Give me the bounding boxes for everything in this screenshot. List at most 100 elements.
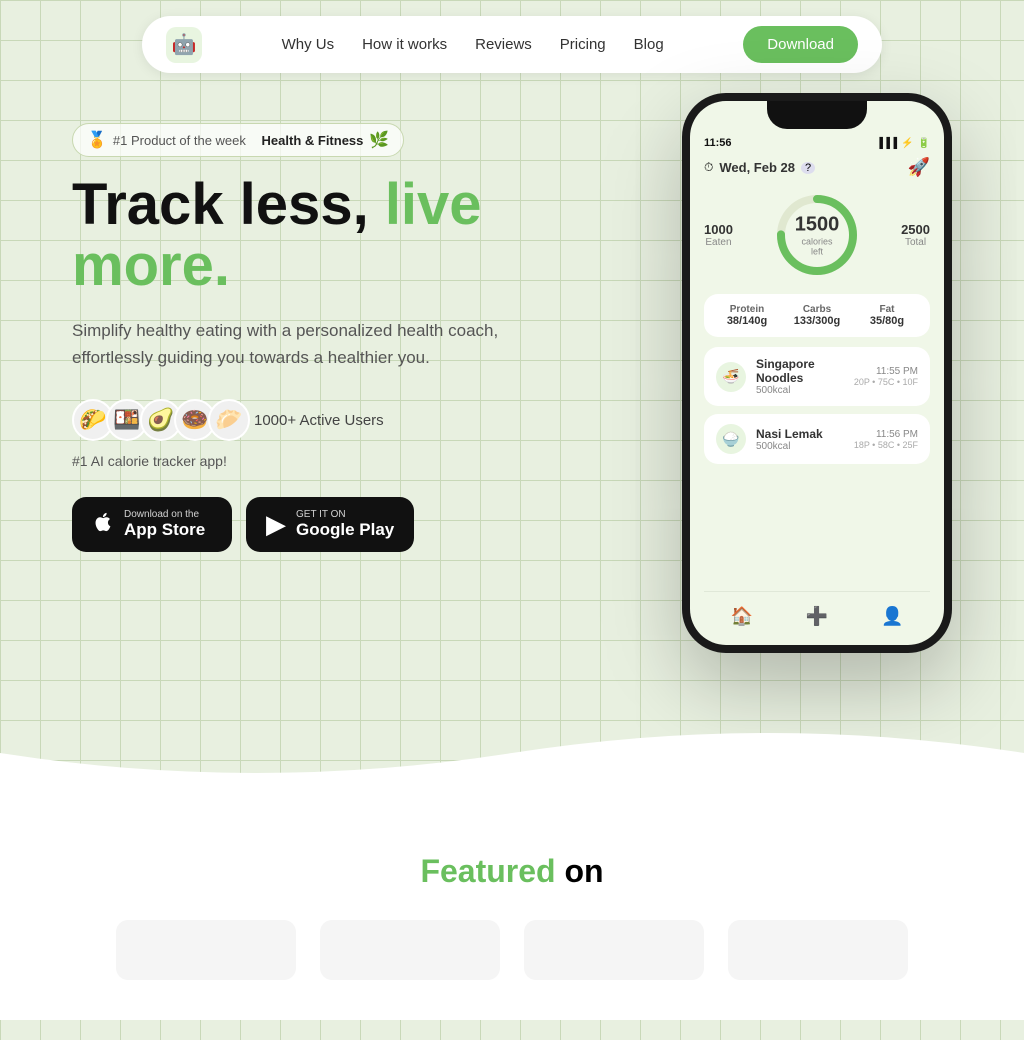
food-meta-2: 11:56 PM 18P • 58C • 25F (854, 429, 918, 450)
featured-section: Featured on (0, 793, 1024, 1020)
featured-logo-4 (728, 920, 908, 980)
food-info-1: Singapore Noodles 500kcal (756, 357, 844, 396)
protein-label: Protein (712, 304, 782, 315)
nav-why-us[interactable]: Why Us (282, 36, 335, 53)
food-name-2: Nasi Lemak (756, 427, 844, 441)
total-text: Total (901, 237, 930, 248)
laurel-left-icon: 🏅 (87, 130, 107, 150)
protein-value: 38/140g (712, 315, 782, 327)
food-time-2: 11:56 PM (854, 429, 918, 440)
google-play-main: Google Play (296, 520, 394, 540)
logo-icon: 🤖 (172, 32, 197, 57)
app-store-main: App Store (124, 520, 205, 540)
featured-title: Featured on (40, 853, 984, 890)
food-cal-1: 500kcal (756, 385, 844, 396)
eaten-value: 1000 (704, 222, 733, 237)
avatar-stack: 🌮 🍱 🥑 🍩 🥟 (72, 399, 242, 441)
google-play-button[interactable]: ▶ GET IT ON Google Play (246, 497, 414, 552)
badge-category: Health & Fitness (262, 133, 364, 148)
navbar: 🤖 Why Us How it works Reviews Pricing Bl… (142, 16, 882, 73)
food-info-2: Nasi Lemak 500kcal (756, 427, 844, 452)
fat-label: Fat (852, 304, 922, 315)
hero-left: 🏅 #1 Product of the week Health & Fitnes… (72, 103, 552, 552)
product-badge: 🏅 #1 Product of the week Health & Fitnes… (72, 123, 404, 157)
food-icon-1: 🍜 (716, 362, 746, 392)
wave-divider (0, 713, 1024, 793)
home-nav-icon[interactable]: 🏠 (726, 602, 756, 631)
app-tagline: #1 AI calorie tracker app! (72, 453, 552, 469)
featured-title-part2: on (564, 853, 603, 889)
featured-logo-1 (116, 920, 296, 980)
active-users-count: 1000+ Active Users (254, 412, 384, 429)
hero-subtitle: Simplify healthy eating with a personali… (72, 317, 552, 371)
google-play-icon: ▶ (266, 509, 286, 540)
battery-icon: 🔋 (918, 138, 930, 149)
fat-macro: Fat 35/80g (852, 304, 922, 327)
nav-blog[interactable]: Blog (634, 36, 664, 53)
phone-screen: 11:56 ▐▐▐ ⚡ 🔋 ⏱ Wed, Feb 28 ? 🚀 1000 (690, 101, 944, 645)
rocket-icon: 🚀 (908, 157, 930, 178)
apple-icon (92, 509, 114, 540)
add-nav-icon[interactable]: ➕ (802, 602, 832, 631)
phone-mockup: 11:56 ▐▐▐ ⚡ 🔋 ⏱ Wed, Feb 28 ? 🚀 1000 (682, 93, 952, 653)
info-icon: ? (801, 162, 815, 174)
nav-links: Why Us How it works Reviews Pricing Blog (282, 36, 664, 54)
phone-date-row: ⏱ Wed, Feb 28 ? 🚀 (704, 157, 930, 178)
phone-time: 11:56 (704, 137, 732, 149)
carbs-value: 133/300g (782, 315, 852, 327)
featured-logo-2 (320, 920, 500, 980)
phone-date: Wed, Feb 28 (719, 160, 795, 175)
calorie-section: 1000 Eaten 1500 calories left 2500 Tot (704, 190, 930, 280)
app-store-button[interactable]: Download on the App Store (72, 497, 232, 552)
wave-svg (0, 713, 1024, 793)
phone-bottom-nav: 🏠 ➕ 👤 (704, 591, 930, 631)
nav-pricing[interactable]: Pricing (560, 36, 606, 53)
total-label: 2500 Total (901, 222, 930, 248)
food-time-1: 11:55 PM (854, 366, 918, 377)
macros-row: Protein 38/140g Carbs 133/300g Fat 35/80… (704, 294, 930, 337)
hero-section: 🏅 #1 Product of the week Health & Fitnes… (32, 103, 992, 653)
food-item-2[interactable]: 🍚 Nasi Lemak 500kcal 11:56 PM 18P • 58C … (704, 414, 930, 464)
wifi-icon: ⚡ (901, 138, 913, 149)
food-meta-1: 11:55 PM 20P • 75C • 10F (854, 366, 918, 387)
active-users-row: 🌮 🍱 🥑 🍩 🥟 1000+ Active Users (72, 399, 552, 441)
total-value: 2500 (901, 222, 930, 237)
app-store-sub: Download on the (124, 509, 205, 520)
carbs-label: Carbs (782, 304, 852, 315)
food-cal-2: 500kcal (756, 441, 844, 452)
logo: 🤖 (166, 27, 202, 63)
food-name-1: Singapore Noodles (756, 357, 844, 385)
protein-macro: Protein 38/140g (712, 304, 782, 327)
profile-nav-icon[interactable]: 👤 (877, 602, 907, 631)
avatar-5: 🥟 (208, 399, 250, 441)
hero-title: Track less, live more. (72, 175, 552, 297)
laurel-right-icon: 🌿 (369, 130, 389, 150)
phone-notch (767, 101, 867, 129)
calorie-ring: 1500 calories left (772, 190, 862, 280)
ring-center: 1500 calories left (795, 214, 840, 257)
app-store-text: Download on the App Store (124, 509, 205, 540)
store-buttons: Download on the App Store ▶ GET IT ON Go… (72, 497, 552, 552)
google-play-text: GET IT ON Google Play (296, 509, 394, 540)
signal-icon: ▐▐▐ (876, 138, 897, 149)
calories-left-label: calories left (795, 237, 840, 257)
clock-icon: ⏱ (704, 160, 713, 175)
eaten-label: 1000 Eaten (704, 222, 733, 248)
food-macros-1: 20P • 75C • 10F (854, 377, 918, 387)
phone-status-bar: 11:56 ▐▐▐ ⚡ 🔋 (704, 137, 930, 149)
nav-reviews[interactable]: Reviews (475, 36, 532, 53)
featured-logo-3 (524, 920, 704, 980)
fat-value: 35/80g (852, 315, 922, 327)
calories-left-value: 1500 (795, 214, 840, 237)
nav-download-button[interactable]: Download (743, 26, 858, 63)
google-play-sub: GET IT ON (296, 509, 394, 520)
phone-status-icons: ▐▐▐ ⚡ 🔋 (876, 138, 930, 149)
badge-rank: #1 Product of the week (113, 133, 246, 148)
eaten-text: Eaten (704, 237, 733, 248)
food-macros-2: 18P • 58C • 25F (854, 440, 918, 450)
featured-title-part1: Featured (420, 853, 555, 889)
food-item-1[interactable]: 🍜 Singapore Noodles 500kcal 11:55 PM 20P… (704, 347, 930, 406)
food-icon-2: 🍚 (716, 424, 746, 454)
nav-how-it-works[interactable]: How it works (362, 36, 447, 53)
featured-logos (40, 920, 984, 980)
